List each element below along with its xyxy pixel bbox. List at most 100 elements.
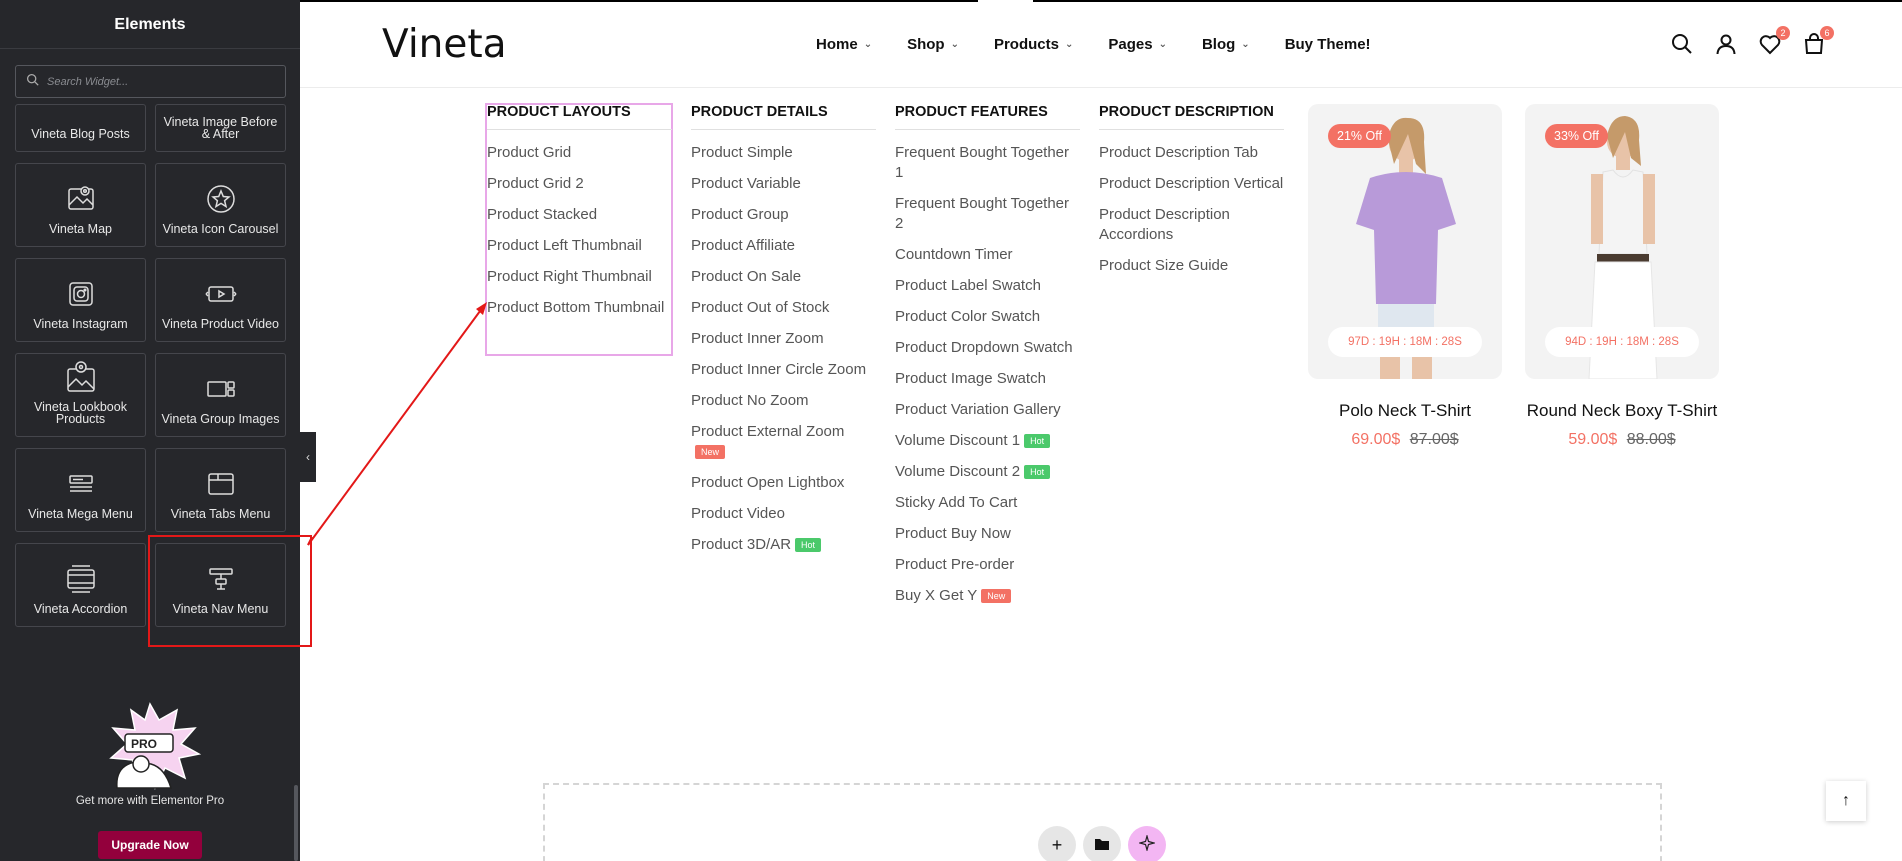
widget-mega-menu[interactable]: Vineta Mega Menu (15, 448, 146, 532)
link-label: Product External Zoom (691, 423, 845, 440)
wishlist-icon[interactable]: 2 (1758, 26, 1790, 56)
video-icon (203, 276, 239, 312)
widget-group-images[interactable]: Vineta Group Images (155, 353, 286, 437)
widget-lookbook-products[interactable]: Vineta Lookbook Products (15, 353, 146, 437)
link-label: Product Variation Gallery (895, 401, 1061, 418)
mega-menu-link[interactable]: Product Description Vertical (1099, 174, 1284, 194)
widget-blog-posts[interactable]: Vineta Blog Posts (15, 104, 146, 152)
widget-image-before-after[interactable]: Vineta Image Before & After (155, 104, 286, 152)
mega-menu-link[interactable]: Product Label Swatch (895, 276, 1080, 296)
mega-menu-link[interactable]: Buy X Get Y New (895, 586, 1080, 606)
link-label: Product Open Lightbox (691, 474, 845, 491)
mega-menu-link[interactable]: Product 3D/AR Hot (691, 535, 876, 555)
nav-buy-theme[interactable]: Buy Theme! (1285, 36, 1371, 53)
widget-accordion[interactable]: Vineta Accordion (15, 543, 146, 627)
product-image[interactable]: 21% Off 97D : 19H : 18M : 28S (1308, 104, 1502, 379)
mega-menu-link[interactable]: Product Group (691, 205, 876, 225)
cart-icon[interactable]: 6 (1802, 26, 1834, 56)
add-section-button[interactable]: + (1038, 826, 1076, 861)
upgrade-now-button[interactable]: Upgrade Now (98, 831, 202, 859)
mega-menu-link[interactable]: Product Image Swatch (895, 369, 1080, 389)
nav-pages[interactable]: Pages ⌄ (1108, 36, 1167, 53)
mega-menu-link[interactable]: Sticky Add To Cart (895, 493, 1080, 513)
mega-menu-link[interactable]: Product Open Lightbox (691, 473, 876, 493)
mega-menu-link[interactable]: Product Description Accordions (1099, 205, 1284, 245)
arrow-up-icon: ↑ (1842, 792, 1850, 809)
link-label: Product Left Thumbnail (487, 237, 642, 254)
link-label: Product Stacked (487, 206, 598, 223)
new-badge: New (981, 589, 1012, 604)
link-label: Product Simple (691, 144, 793, 161)
discount-badge: 33% Off (1545, 124, 1608, 148)
mega-menu-link[interactable]: Product Stacked (487, 205, 672, 225)
product-name[interactable]: Polo Neck T-Shirt (1308, 399, 1502, 423)
nav-blog[interactable]: Blog ⌄ (1202, 36, 1250, 53)
widget-search-input[interactable] (47, 75, 267, 88)
mega-menu-link[interactable]: Product Right Thumbnail (487, 267, 672, 287)
mega-menu-link[interactable]: Product Buy Now (895, 524, 1080, 544)
mega-menu-link[interactable]: Product External Zoom New (691, 422, 876, 462)
search-icon (26, 73, 39, 91)
mega-menu-link[interactable]: Product Inner Zoom (691, 329, 876, 349)
mega-menu-link[interactable]: Product Out of Stock (691, 298, 876, 318)
annotation-highlight-box (148, 535, 312, 647)
mega-menu-link[interactable]: Product Size Guide (1099, 256, 1284, 276)
cart-count-badge: 6 (1820, 26, 1834, 40)
mega-menu-link[interactable]: Frequent Bought Together 1 (895, 143, 1080, 183)
nav-products[interactable]: Products ⌄ (994, 36, 1073, 53)
countdown-timer: 94D : 19H : 18M : 28S (1545, 327, 1699, 357)
widget-search-box[interactable] (15, 65, 286, 98)
mega-menu-link[interactable]: Volume Discount 1 Hot (895, 431, 1080, 451)
widget-product-video[interactable]: Vineta Product Video (155, 258, 286, 342)
mega-menu-link[interactable]: Product Grid 2 (487, 174, 672, 194)
mega-menu-link[interactable]: Product Left Thumbnail (487, 236, 672, 256)
widget-map[interactable]: Vineta Map (15, 163, 146, 247)
column-heading: PRODUCT DETAILS (691, 104, 876, 130)
mega-menu-link[interactable]: Product Grid (487, 143, 672, 163)
nav-home[interactable]: Home ⌄ (816, 36, 872, 53)
search-icon[interactable] (1670, 32, 1694, 56)
widget-icon-carousel[interactable]: Vineta Icon Carousel (155, 163, 286, 247)
column-links: Product Simple Product Variable Product Gr… (691, 143, 876, 555)
mega-menu-link[interactable]: Product Variable (691, 174, 876, 194)
ai-assistant-button[interactable] (1128, 826, 1166, 861)
nav-label: Blog (1201, 36, 1236, 53)
widget-label: Vineta Product Video (162, 317, 279, 331)
mega-menu-link[interactable]: Product Video (691, 504, 876, 524)
widget-instagram[interactable]: Vineta Instagram (15, 258, 146, 342)
product-image[interactable]: 33% Off 94D : 19H : 18M : 28S (1525, 104, 1719, 379)
mega-menu-link[interactable]: Product Dropdown Swatch (895, 338, 1080, 358)
add-template-button[interactable] (1083, 826, 1121, 861)
mega-menu-link[interactable]: Product No Zoom (691, 391, 876, 411)
nav-label: Pages (1108, 36, 1153, 53)
mega-menu-link[interactable]: Frequent Bought Together 2 (895, 194, 1080, 234)
mega-menu-link[interactable]: Product Color Swatch (895, 307, 1080, 327)
widget-tabs-menu[interactable]: Vineta Tabs Menu (155, 448, 286, 532)
link-label: Product Affiliate (691, 237, 795, 254)
site-logo[interactable]: Vineta (382, 22, 507, 67)
widget-label: Vineta Tabs Menu (170, 507, 271, 521)
mega-menu-link[interactable]: Product Simple (691, 143, 876, 163)
mega-menu-link[interactable]: Volume Discount 2 Hot (895, 462, 1080, 482)
account-icon[interactable] (1714, 32, 1738, 56)
nav-shop[interactable]: Shop ⌄ (907, 36, 959, 53)
mega-col-description: PRODUCT DESCRIPTION Product Description … (1099, 104, 1284, 287)
product-name[interactable]: Round Neck Boxy T-Shirt (1525, 399, 1719, 423)
mega-menu-link[interactable]: Product Description Tab (1099, 143, 1284, 163)
link-label: Product Description Tab (1099, 144, 1258, 161)
mega-menu-link[interactable]: Countdown Timer (895, 245, 1080, 265)
column-links: Frequent Bought Together 1 Frequent Bough… (895, 143, 1080, 606)
mega-menu-link[interactable]: Product Bottom Thumbnail (487, 298, 672, 318)
map-icon (63, 181, 99, 217)
product-card[interactable]: 21% Off 97D : 19H : 18M : 28S Polo Neck … (1308, 104, 1502, 449)
mega-menu-link[interactable]: Product On Sale (691, 267, 876, 287)
back-to-top-button[interactable]: ↑ (1826, 781, 1866, 821)
mega-menu-link[interactable]: Product Variation Gallery (895, 400, 1080, 420)
chevron-down-icon: ⌄ (1064, 39, 1074, 50)
mega-menu-link[interactable]: Product Inner Circle Zoom (691, 360, 876, 380)
mega-menu-link[interactable]: Product Affiliate (691, 236, 876, 256)
product-card[interactable]: 33% Off 94D : 19H : 18M : 28S Round Neck… (1525, 104, 1719, 449)
mega-menu-link[interactable]: Product Pre-order (895, 555, 1080, 575)
link-label: Product Dropdown Swatch (895, 339, 1073, 356)
instagram-icon (63, 276, 99, 312)
